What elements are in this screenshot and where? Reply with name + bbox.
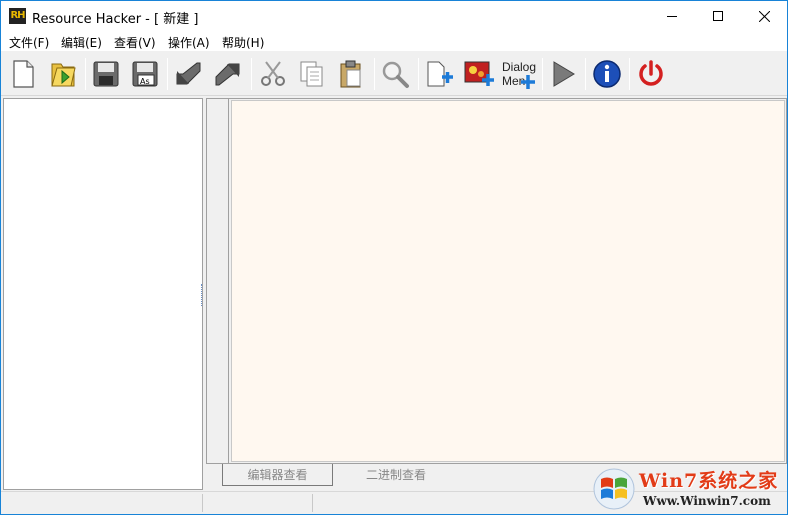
- window-title: Resource Hacker - [ 新建 ]: [32, 12, 199, 27]
- minimize-icon: [667, 16, 677, 17]
- menu-view[interactable]: 查看(V): [114, 34, 156, 51]
- editor-container: [206, 98, 787, 464]
- toolbar-separator: [629, 58, 630, 90]
- toolbar-separator: [251, 58, 252, 90]
- open-folder-icon: [51, 63, 76, 87]
- title-bar[interactable]: RH Resource Hacker - [ 新建 ]: [1, 1, 787, 31]
- close-icon: [758, 10, 770, 22]
- menu-action[interactable]: 操作(A): [168, 34, 210, 51]
- status-separator: [312, 494, 313, 512]
- status-separator: [202, 494, 203, 512]
- dialog-menu-editor-button[interactable]: Dialog Men: [499, 56, 539, 92]
- paste-icon: [340, 60, 361, 88]
- power-icon: [639, 60, 663, 86]
- splitter-grip[interactable]: [201, 284, 204, 306]
- toolbar-separator: [374, 58, 375, 90]
- status-bar: [1, 491, 787, 514]
- paste-button[interactable]: [334, 56, 368, 92]
- menu-bar: 文件(F) 编辑(E) 查看(V) 操作(A) 帮助(H): [1, 31, 787, 52]
- toolbar-separator: [585, 58, 586, 90]
- copy-icon: [300, 61, 323, 87]
- arrow-up-right-icon: [215, 63, 240, 86]
- view-tabs: 编辑器查看 二进制查看: [206, 464, 787, 488]
- open-button[interactable]: [46, 56, 80, 92]
- resource-tree-pane[interactable]: [3, 98, 203, 490]
- menu-edit[interactable]: 编辑(E): [61, 34, 102, 51]
- toolbar-separator: [418, 58, 419, 90]
- add-page-icon: [427, 61, 453, 87]
- script-editor[interactable]: [231, 100, 785, 462]
- add-image-button[interactable]: [462, 56, 496, 92]
- maximize-icon: [713, 11, 723, 21]
- new-button[interactable]: [6, 56, 40, 92]
- cut-button[interactable]: [256, 56, 290, 92]
- play-icon: [553, 61, 575, 87]
- toolbar-separator: [542, 58, 543, 90]
- tab-editor-view[interactable]: 编辑器查看: [222, 464, 333, 486]
- menu-help[interactable]: 帮助(H): [222, 34, 264, 51]
- compile-forward-button[interactable]: [211, 56, 245, 92]
- maximize-button[interactable]: [695, 1, 741, 31]
- add-image-icon: [464, 61, 494, 86]
- save-icon: [93, 61, 119, 87]
- plus-icon: [521, 75, 535, 89]
- menu-file[interactable]: 文件(F): [9, 34, 49, 51]
- dialog-label: Dialog: [502, 60, 537, 74]
- toolbar-separator: [167, 58, 168, 90]
- new-file-icon: [13, 60, 34, 88]
- exit-button[interactable]: [634, 56, 668, 92]
- find-button[interactable]: [378, 56, 412, 92]
- resource-hacker-logo-icon: RH: [9, 8, 26, 24]
- close-button[interactable]: [741, 1, 787, 31]
- magnifier-icon: [382, 61, 409, 88]
- info-icon: [593, 60, 621, 88]
- app-window: RH Resource Hacker - [ 新建 ] 文件(F) 编辑(E) …: [0, 0, 788, 515]
- add-resource-button[interactable]: [422, 56, 456, 92]
- toolbar-separator: [85, 58, 86, 90]
- save-as-icon: As: [132, 61, 158, 87]
- svg-text:As: As: [140, 77, 150, 86]
- toolbar: As Dialog Men: [1, 52, 787, 96]
- arrow-down-left-icon: [176, 62, 201, 85]
- run-script-button[interactable]: [546, 56, 580, 92]
- line-number-gutter: [207, 99, 229, 463]
- tab-binary-view[interactable]: 二进制查看: [336, 464, 456, 486]
- copy-button[interactable]: [295, 56, 329, 92]
- save-button[interactable]: [89, 56, 123, 92]
- dialog-menu-icon: Dialog Men: [499, 57, 539, 91]
- save-as-button[interactable]: As: [128, 56, 162, 92]
- compile-back-button[interactable]: [171, 56, 205, 92]
- minimize-button[interactable]: [649, 1, 695, 31]
- about-button[interactable]: [590, 56, 624, 92]
- scissors-icon: [261, 61, 285, 86]
